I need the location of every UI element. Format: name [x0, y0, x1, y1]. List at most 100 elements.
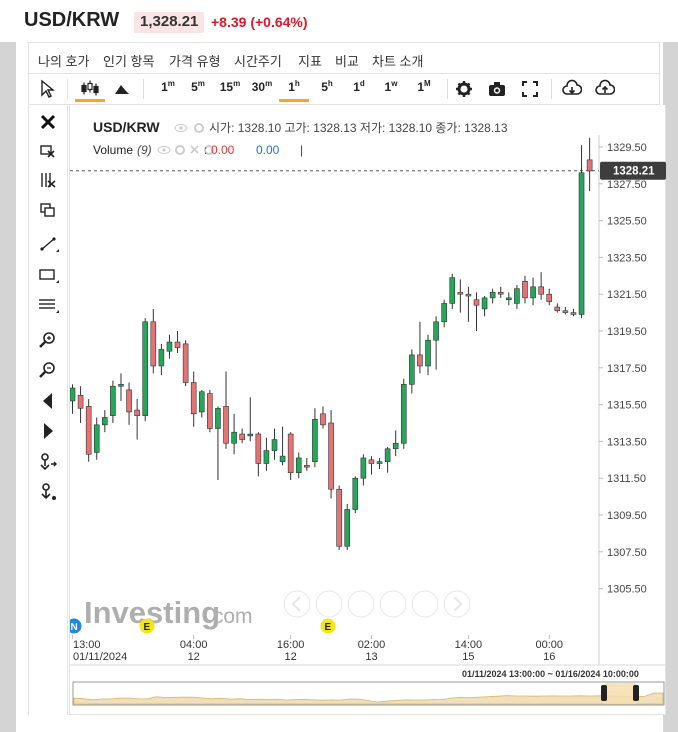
candle [409, 349, 415, 394]
menu-item-compare[interactable]: 비교 [335, 51, 359, 70]
y-tick-label: 1307.50 [607, 547, 647, 559]
candle [118, 373, 124, 401]
interval-15m[interactable]: 15m [217, 79, 243, 99]
camera-icon[interactable] [488, 79, 506, 99]
candle-body-down [546, 293, 553, 302]
interval-5h[interactable]: 5h [316, 79, 338, 99]
legend-gear-icon[interactable] [194, 123, 204, 133]
interval-1m[interactable]: 1m [157, 79, 179, 99]
menu-bar: 나의 호가 인기 항목 가격 유형 시간주기 지표 비교 차트 소개 [28, 42, 660, 74]
pair-title: USD/KRW [24, 9, 120, 31]
candle [376, 457, 383, 469]
candle-body-up [93, 424, 100, 453]
interval-30m[interactable]: 30m [249, 79, 275, 99]
candle-body-up [110, 385, 116, 416]
range-navigator[interactable] [72, 681, 665, 706]
y-tick-label: 1309.50 [607, 510, 647, 522]
candle-body-up [530, 286, 536, 299]
price-change: +8.39 (+0.64%) [211, 14, 308, 30]
upload-icon[interactable] [595, 79, 615, 99]
zoom-out-icon[interactable] [37, 359, 59, 381]
gear-icon[interactable] [455, 79, 473, 99]
candle-body-down [255, 433, 262, 464]
candle [85, 399, 92, 462]
navigator-right-handle[interactable] [633, 685, 639, 701]
toolbar: 1m 5m 15m 30m 1h 5h 1d 1w 1M [28, 73, 660, 105]
interval-1d[interactable]: 1d [348, 79, 370, 99]
y-tick-label: 1313.50 [607, 436, 647, 448]
candle [320, 406, 326, 429]
volume-gear-icon[interactable] [175, 145, 185, 155]
svg-text:1328.21: 1328.21 [613, 166, 655, 178]
candle-body-up [166, 341, 173, 352]
magnet-icon[interactable] [37, 451, 59, 473]
chart-area[interactable]: 1329.50 1327.50 1325.50 1323.50 1321.50 1319.… [66, 105, 667, 715]
volume-close-icon[interactable] [190, 145, 199, 154]
download-icon[interactable] [562, 79, 582, 99]
menu-item-price-type[interactable]: 가격 유형 [169, 51, 220, 70]
scroll-right-icon[interactable] [37, 420, 59, 442]
fullscreen-icon[interactable] [521, 79, 539, 99]
investing-logo: Investing .com [84, 595, 253, 630]
candle-body-up [433, 321, 439, 341]
x-tick-date: 13 [365, 651, 377, 663]
line-tool-icon[interactable] [37, 233, 59, 255]
cursor-cross-icon[interactable] [37, 141, 59, 163]
candle [255, 432, 262, 477]
candle-body-up [449, 277, 456, 304]
event-badge-n[interactable]: N [66, 618, 82, 634]
candle [433, 316, 439, 370]
chart-nav-controls[interactable] [283, 590, 471, 618]
candle [457, 279, 464, 313]
candle-body-up [489, 292, 496, 299]
candlestick-chart[interactable]: 1329.50 1327.50 1325.50 1323.50 1321.50 1319.… [66, 105, 667, 715]
cursor-icon[interactable] [39, 79, 55, 99]
toolbar-separator [551, 79, 552, 99]
x-tick-time: 14:00 [455, 639, 483, 651]
event-badge-e[interactable]: E [320, 618, 336, 634]
drawing-toolbar [28, 105, 68, 715]
candle [69, 384, 76, 414]
menu-item-indicators[interactable]: 지표 [298, 51, 322, 70]
candle-body-down [150, 321, 157, 367]
menu-item-time-frame[interactable]: 시간주기 [234, 51, 282, 70]
y-tick-label: 1319.50 [607, 326, 647, 338]
interval-5m[interactable]: 5m [187, 79, 209, 99]
candle-body-down [304, 465, 310, 468]
volume-value-1: 0.00 [211, 143, 235, 157]
interval-1M[interactable]: 1M [412, 79, 436, 99]
volume-eye-icon[interactable] [157, 146, 171, 154]
interval-1h[interactable]: 1h [279, 79, 309, 102]
candle-body-down [465, 293, 472, 297]
candles-icon[interactable] [75, 78, 105, 102]
x-tick-time: 00:00 [535, 639, 563, 651]
candle [134, 399, 140, 440]
copy-icon[interactable] [37, 199, 59, 221]
eraser-icon[interactable] [37, 169, 59, 191]
close-icon[interactable] [37, 111, 59, 133]
candle [126, 382, 132, 425]
scroll-left-icon[interactable] [37, 390, 59, 412]
candle-body-down [554, 306, 561, 312]
event-badge-e[interactable]: E [139, 618, 155, 634]
candle-body-up [481, 297, 488, 310]
candle [562, 307, 569, 315]
candle-body-down [134, 409, 140, 416]
last-price-marker: 1328.21 [600, 161, 666, 180]
menu-item-popular[interactable]: 인기 항목 [103, 51, 154, 70]
candle [481, 296, 488, 317]
interval-1w[interactable]: 1w [380, 79, 402, 99]
menu-item-my-quotes[interactable]: 나의 호가 [38, 51, 89, 70]
fibonacci-icon[interactable] [37, 294, 59, 316]
menu-item-chart-intro[interactable]: 차트 소개 [372, 51, 423, 70]
mountain-icon[interactable] [113, 79, 131, 99]
x-tick-time: 04:00 [180, 639, 208, 651]
legend-eye-icon[interactable] [174, 124, 188, 132]
navigator-left-handle[interactable] [601, 685, 607, 701]
candle [312, 408, 318, 468]
rectangle-tool-icon[interactable] [37, 264, 59, 286]
zoom-in-icon[interactable] [37, 329, 59, 351]
candle-body-down [207, 393, 213, 429]
measure-icon[interactable] [37, 481, 59, 503]
candle [344, 503, 351, 550]
